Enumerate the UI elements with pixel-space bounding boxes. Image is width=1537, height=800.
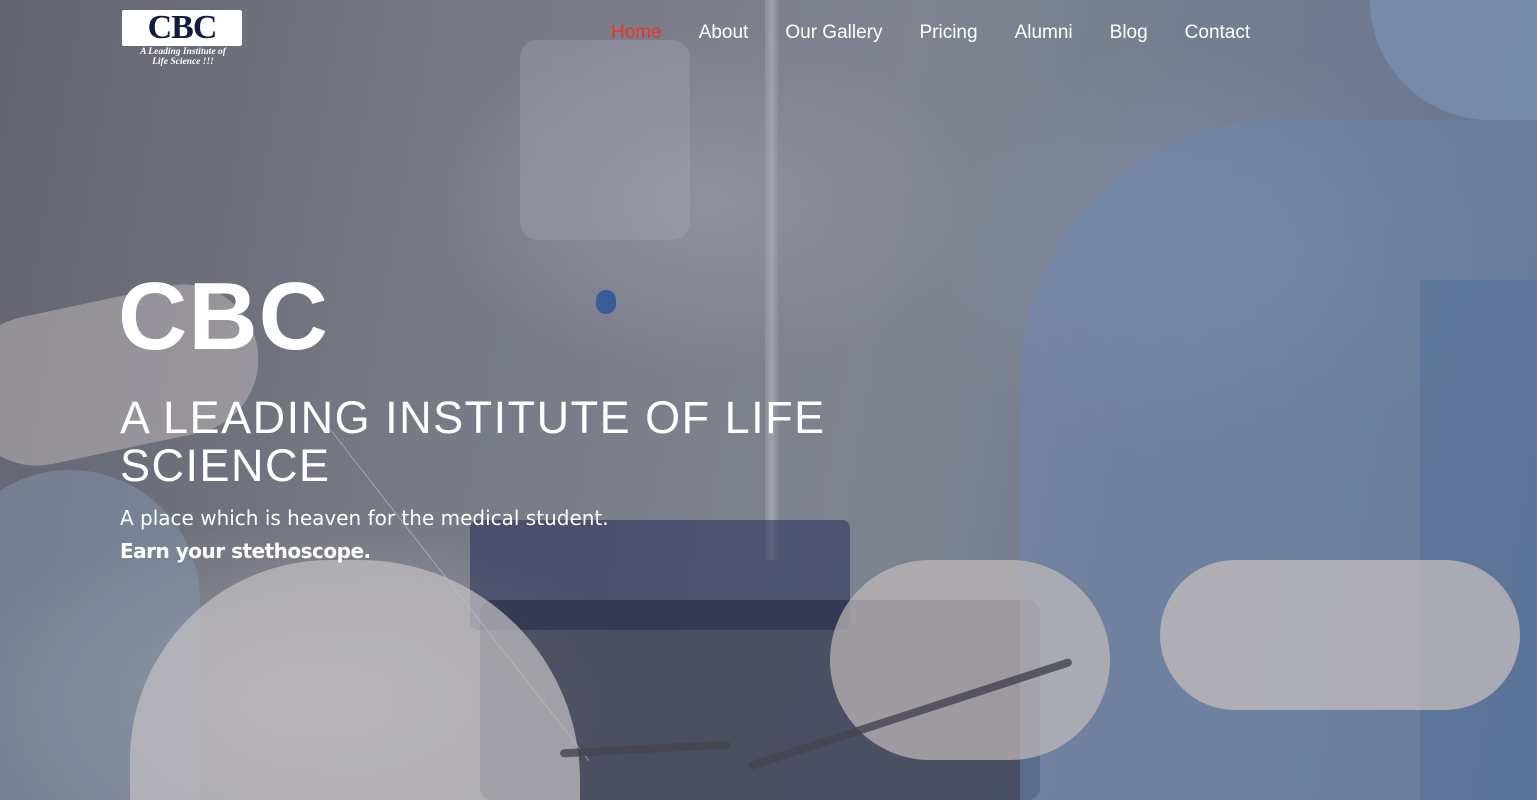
background-glove-right xyxy=(1160,560,1520,710)
nav-item-alumni[interactable]: Alumni xyxy=(1015,22,1073,44)
background-iv-bag xyxy=(520,40,690,240)
main-nav: Home About Our Gallery Pricing Alumni Bl… xyxy=(611,22,1250,44)
hero-tagline: Earn your stethoscope. xyxy=(120,539,371,563)
background-surgical-mask xyxy=(1370,0,1537,120)
background-surgeon-gown xyxy=(1020,120,1537,800)
background-scissors xyxy=(559,740,731,758)
logo-tagline: A Leading Institute of Life Science !!! xyxy=(122,47,244,67)
background-equipment-base xyxy=(480,600,1040,800)
site-logo[interactable]: CBC A Leading Institute of Life Science … xyxy=(122,10,244,68)
nav-item-pricing[interactable]: Pricing xyxy=(919,22,977,44)
nav-item-our-gallery[interactable]: Our Gallery xyxy=(785,22,882,44)
hero-section: CBC A Leading Institute of Life Science … xyxy=(0,0,1537,800)
background-glove-bottom xyxy=(130,560,580,800)
logo-tagline-line2: Life Science !!! xyxy=(152,57,214,67)
logo-tagline-line1: A Leading Institute of xyxy=(140,47,226,57)
hero-description: A place which is heaven for the medical … xyxy=(120,506,609,530)
background-glove-center xyxy=(830,560,1110,760)
hero-title: CBC xyxy=(118,263,329,370)
nav-item-contact[interactable]: Contact xyxy=(1185,22,1250,44)
nav-item-blog[interactable]: Blog xyxy=(1110,22,1148,44)
logo-mark: CBC xyxy=(122,10,242,46)
background-surgeon-gown-fold xyxy=(1420,280,1537,800)
background-equipment xyxy=(470,520,850,630)
background-forceps xyxy=(747,657,1073,771)
nav-item-home[interactable]: Home xyxy=(611,22,662,44)
hero-subtitle: A LEADING INSTITUTE OF LIFE SCIENCE xyxy=(120,392,826,491)
background-iv-valve xyxy=(596,290,616,314)
nav-item-about[interactable]: About xyxy=(699,22,749,44)
